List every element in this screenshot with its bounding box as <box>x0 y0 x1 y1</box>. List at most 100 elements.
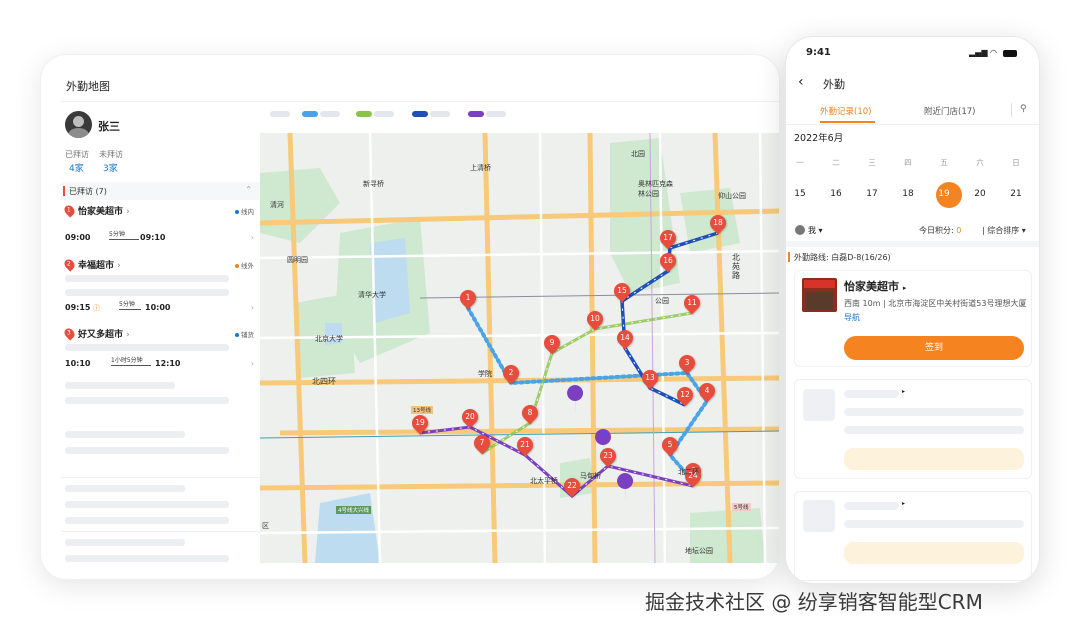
visited-count[interactable]: 4家 <box>69 161 84 174</box>
route-marker-11[interactable]: 11 <box>680 291 704 315</box>
route-marker-18[interactable]: 18 <box>706 211 730 235</box>
store-name[interactable]: 怡家美超市 ▸ <box>844 278 906 294</box>
today-score: 今日积分: 0 <box>919 226 962 235</box>
status-badge: 线外 <box>235 260 254 270</box>
chevron-right-icon: ▸ <box>902 388 906 395</box>
placeholder-line <box>65 555 229 562</box>
route-marker-16[interactable]: 16 <box>656 249 680 273</box>
back-icon[interactable]: ‹ <box>798 74 804 90</box>
route-marker-5[interactable]: 5 <box>658 433 682 457</box>
store-name: 好又多超市 › <box>78 330 130 340</box>
placeholder-line <box>65 344 229 351</box>
map-label: 北四环 <box>312 377 336 386</box>
person-pin-icon[interactable]: ⚲ <box>1020 104 1027 114</box>
route-marker-14[interactable]: 14 <box>613 326 637 350</box>
map-label: 奥林匹克森林公园 <box>638 180 673 198</box>
calendar-day[interactable]: 17 <box>860 189 884 199</box>
placeholder-line <box>65 539 185 546</box>
screenshot-stage: 外勤地图 张三 已拜访 4家 未拜访 3家 已拜访 (7) ⌃ 1 怡家美超市 … <box>0 0 1080 632</box>
route-marker-10[interactable]: 10 <box>583 307 607 331</box>
calendar-month[interactable]: 2022年6月 <box>794 130 843 144</box>
map-label: 圆明园 <box>287 256 308 264</box>
route-label: 外勤路线: 白磊D-8(16/26) <box>794 253 891 262</box>
divider <box>786 241 1039 247</box>
calendar-day[interactable]: 15 <box>788 189 812 199</box>
route-marker-19[interactable]: 19 <box>408 411 432 435</box>
weekday-label: 五 <box>940 158 948 167</box>
route-marker-13[interactable]: 13 <box>638 366 662 390</box>
visited-section-header[interactable]: 已拜访 (7) ⌃ <box>61 182 260 200</box>
map-label: 马甸桥 <box>580 472 601 480</box>
placeholder-line <box>844 426 1024 434</box>
screen-title: 外勤 <box>823 78 845 91</box>
legend-item[interactable] <box>270 111 290 117</box>
placeholder-line <box>65 431 185 438</box>
map-canvas[interactable] <box>260 133 780 563</box>
map-label: 地坛公园 <box>685 547 713 555</box>
battery-icon <box>1003 50 1017 57</box>
map-label: 区 <box>262 522 269 530</box>
placeholder-button <box>844 542 1024 564</box>
calendar-day[interactable]: 18 <box>896 189 920 199</box>
route-marker-17[interactable]: 17 <box>656 226 680 250</box>
route-marker-8[interactable]: 8 <box>518 401 542 425</box>
chevron-up-icon[interactable]: ⌃ <box>245 185 252 194</box>
tab-visit-records[interactable]: 外勤记录(10) <box>820 105 871 117</box>
route-map[interactable]: 123456789101112131415161718192021222324 … <box>260 133 780 563</box>
divider <box>1011 103 1012 117</box>
chevron-right-icon[interactable]: › <box>251 359 254 368</box>
visit-timeline: 09:00 5分钟 09:10 <box>65 231 166 242</box>
status-badge: 铺货 <box>235 329 254 339</box>
route-marker-15[interactable]: 15 <box>610 279 634 303</box>
avatar <box>795 225 805 235</box>
user-filter[interactable]: 我 ▾ <box>808 225 823 236</box>
legend-item[interactable] <box>356 111 372 117</box>
weekday-label: 日 <box>1012 158 1020 167</box>
chevron-right-icon[interactable]: › <box>251 303 254 312</box>
calendar-day[interactable]: 21 <box>1004 189 1028 199</box>
route-marker-7[interactable]: 7 <box>470 431 494 455</box>
map-label: 清华大学 <box>358 291 386 299</box>
calendar-day[interactable]: 16 <box>824 189 848 199</box>
checkin-button[interactable]: 签到 <box>844 336 1024 360</box>
route-marker-1[interactable]: 1 <box>456 286 480 310</box>
map-label: 5号线 <box>732 503 751 511</box>
visited-label: 已拜访 <box>65 150 89 159</box>
store-item[interactable]: 3 好又多超市 › 铺货 10:10 1小时5分钟 12:10 › <box>61 326 260 417</box>
map-pin-icon: 3 <box>62 326 77 341</box>
map-label: 13号线 <box>411 406 433 414</box>
placeholder-button <box>844 448 1024 470</box>
placeholder-line <box>65 447 229 454</box>
route-marker-23[interactable]: 23 <box>596 444 620 468</box>
chevron-right-icon[interactable]: › <box>251 233 254 242</box>
unvisited-label: 未拜访 <box>99 150 123 159</box>
placeholder-image <box>803 500 835 532</box>
route-marker-2[interactable]: 2 <box>499 361 523 385</box>
legend-item[interactable] <box>302 111 318 117</box>
map-label: 北二环 <box>678 468 699 476</box>
sort-dropdown[interactable]: | 综合排序 ▾ <box>982 225 1026 236</box>
visit-timeline: 09:15 ⓘ 5分钟 10:00 <box>65 301 171 312</box>
route-marker-12[interactable]: 12 <box>673 383 697 407</box>
legend-item[interactable] <box>412 111 428 117</box>
legend-item[interactable] <box>468 111 484 117</box>
store-item[interactable]: 1 怡家美超市 › 线内 09:00 5分钟 09:10 › <box>61 203 260 254</box>
store-item[interactable]: 2 幸福超市 › 线外 09:15 ⓘ 5分钟 10:00 › <box>61 257 260 323</box>
weekday-label: 六 <box>976 158 984 167</box>
placeholder-line <box>844 390 899 398</box>
navigate-link[interactable]: 导航 <box>844 313 860 322</box>
calendar-day[interactable]: 19 <box>932 189 956 199</box>
unvisited-count[interactable]: 3家 <box>103 161 118 174</box>
route-marker-3[interactable]: 3 <box>675 351 699 375</box>
calendar-day[interactable]: 20 <box>968 189 992 199</box>
store-address: 西南 10m | 北京市海淀区中关村街道53号理想大厦 导航 <box>844 299 1027 322</box>
route-marker-9[interactable]: 9 <box>540 331 564 355</box>
weekday-label: 四 <box>904 158 912 167</box>
route-marker-20[interactable]: 20 <box>458 405 482 429</box>
route-marker-4[interactable]: 4 <box>695 379 719 403</box>
status-badge: 线内 <box>235 206 254 216</box>
tab-nearby-stores[interactable]: 附近门店(17) <box>924 105 975 117</box>
placeholder-line <box>65 382 175 389</box>
map-pin-icon: 1 <box>62 203 77 218</box>
route-marker-21[interactable]: 21 <box>513 433 537 457</box>
